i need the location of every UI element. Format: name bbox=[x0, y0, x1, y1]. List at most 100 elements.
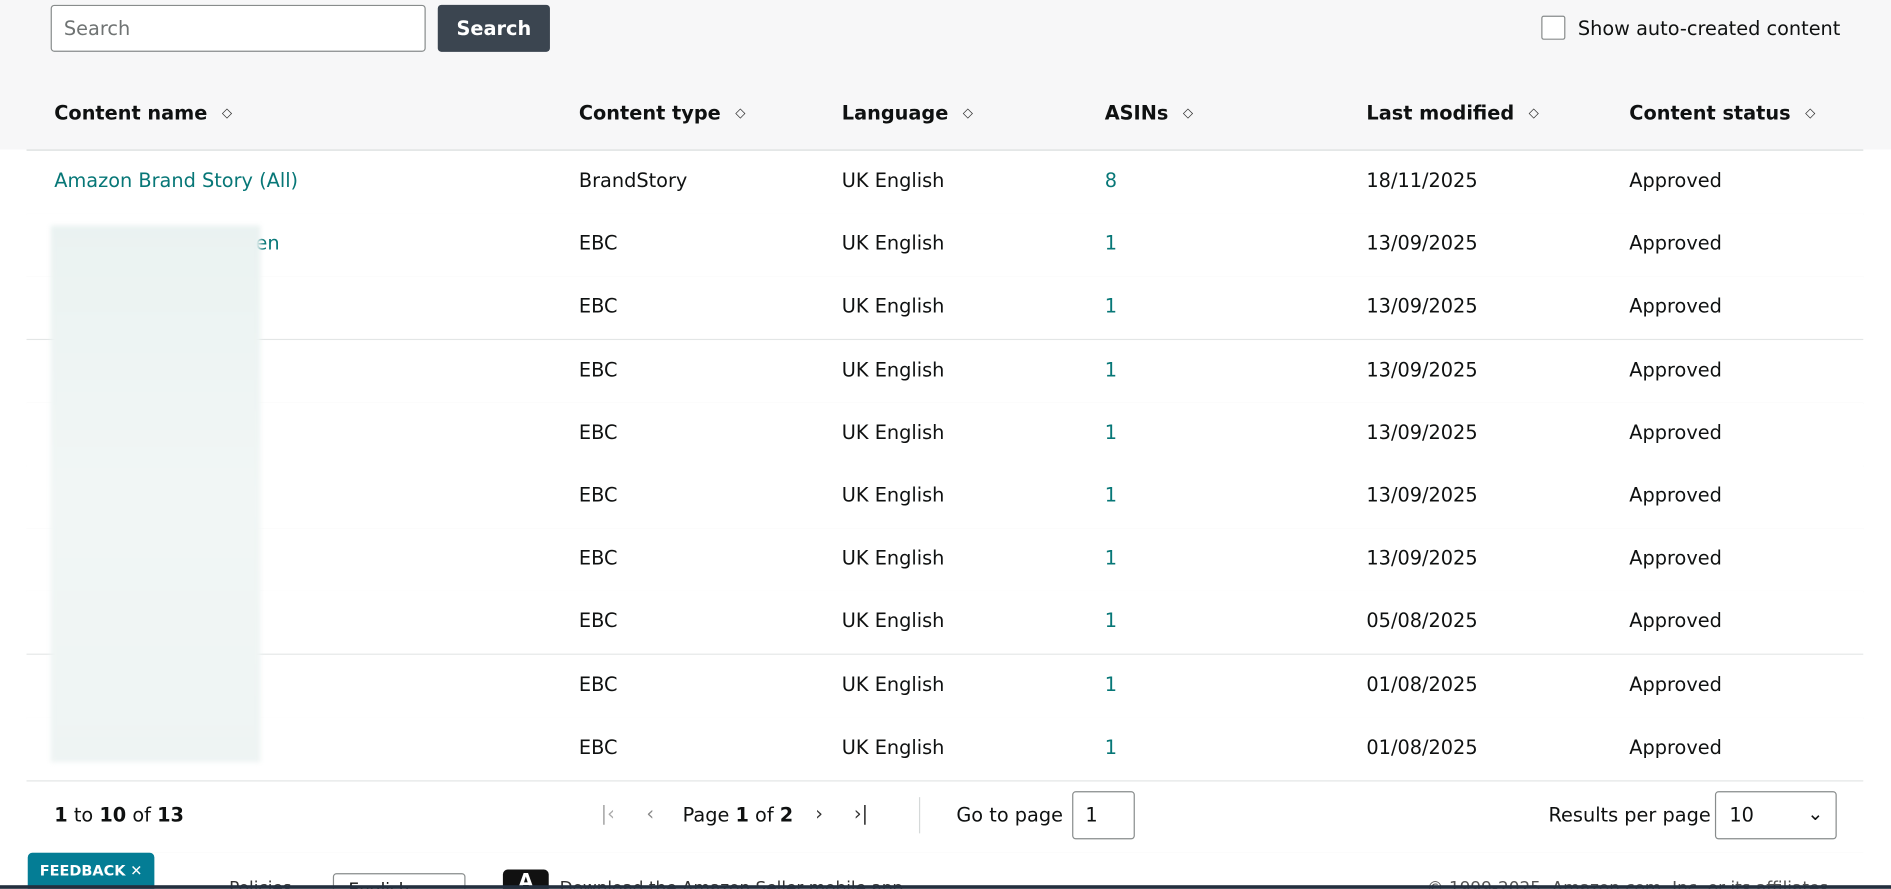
cell-language: UK English bbox=[841, 168, 945, 192]
cell-status: Approved bbox=[1629, 420, 1722, 444]
close-icon[interactable]: ✕ bbox=[130, 862, 142, 879]
previous-page-icon[interactable]: ‹ bbox=[646, 802, 654, 825]
first-page-icon[interactable]: |‹ bbox=[601, 802, 615, 825]
cell-type: EBC bbox=[578, 609, 618, 633]
chevron-down-icon: ⌄ bbox=[1807, 801, 1824, 825]
sort-icon[interactable]: ◇ bbox=[963, 106, 973, 119]
cell-language: UK English bbox=[841, 672, 945, 696]
cell-modified: 13/09/2025 bbox=[1366, 357, 1478, 381]
results-per-page-label: Results per page bbox=[1548, 803, 1711, 827]
cell-language: UK English bbox=[841, 420, 945, 444]
cell-name[interactable]: Amazon Brand Story (All) bbox=[54, 169, 298, 192]
show-auto-created-label: Show auto-created content bbox=[1577, 16, 1841, 40]
cell-type: EBC bbox=[578, 483, 618, 507]
column-header-asins[interactable]: ASINs ◇ bbox=[1105, 101, 1193, 124]
checkbox[interactable] bbox=[1541, 15, 1566, 40]
column-label: ASINs bbox=[1104, 101, 1169, 125]
cell-asins[interactable]: 1 bbox=[1105, 295, 1117, 318]
cell-type: BrandStory bbox=[578, 168, 688, 192]
column-label: Last modified bbox=[1366, 101, 1515, 125]
table-row: EBC UK English 1 13/09/2025 Approved bbox=[26, 339, 1864, 404]
pagination: 1 to 10 of 13 |‹ ‹ Page 1 of 2 › ›| Go t… bbox=[26, 779, 1864, 854]
table-header: Content name ◇ Content type ◇ Language ◇ ASINs… bbox=[26, 77, 1864, 151]
sort-icon[interactable]: ◇ bbox=[222, 106, 232, 119]
next-page-icon[interactable]: › bbox=[815, 802, 823, 825]
cell-type: EBC bbox=[578, 357, 618, 381]
column-header-name[interactable]: Content name ◇ bbox=[54, 101, 232, 124]
cell-asins[interactable]: 8 bbox=[1105, 169, 1117, 192]
results-per-page-value: 10 bbox=[1729, 803, 1754, 827]
cell-asins[interactable]: 1 bbox=[1105, 672, 1117, 695]
table-row: EBC UK English 1 13/09/2025 Approved bbox=[26, 528, 1864, 593]
results-per-page-select[interactable]: 10 ⌄ bbox=[1714, 791, 1837, 840]
feedback-button[interactable]: FEEDBACK ✕ bbox=[27, 852, 155, 889]
cell-type: EBC bbox=[578, 231, 618, 255]
cell-asins[interactable]: 1 bbox=[1105, 232, 1117, 255]
table-row: EBC UK English 1 01/08/2025 Approved bbox=[26, 717, 1864, 782]
cell-status: Approved bbox=[1629, 735, 1722, 759]
last-page-icon[interactable]: ›| bbox=[854, 802, 868, 825]
cell-asins[interactable]: 1 bbox=[1105, 610, 1117, 633]
cell-language: UK English bbox=[841, 231, 945, 255]
column-header-type[interactable]: Content type ◇ bbox=[579, 101, 746, 124]
cell-modified: 13/09/2025 bbox=[1366, 294, 1478, 318]
cell-type: EBC bbox=[578, 672, 618, 696]
table-row: Amazon Brand Story (All) BrandStory UK Eng… bbox=[26, 150, 1864, 215]
cell-modified: 01/08/2025 bbox=[1366, 735, 1478, 759]
sort-icon[interactable]: ◇ bbox=[1805, 106, 1815, 119]
cell-asins[interactable]: 1 bbox=[1105, 358, 1117, 381]
cell-asins[interactable]: 1 bbox=[1105, 735, 1117, 758]
cell-modified: 13/09/2025 bbox=[1366, 483, 1478, 507]
search-input[interactable] bbox=[50, 4, 426, 52]
table-row: EBC UK English 1 13/09/2025 Approved bbox=[26, 276, 1864, 341]
cell-modified: 13/09/2025 bbox=[1366, 231, 1478, 255]
column-label: Content type bbox=[578, 101, 721, 125]
cell-type: EBC bbox=[578, 420, 618, 444]
cell-asins[interactable]: 1 bbox=[1105, 484, 1117, 507]
cell-modified: 13/09/2025 bbox=[1366, 420, 1478, 444]
cell-language: UK English bbox=[841, 609, 945, 633]
column-header-language[interactable]: Language ◇ bbox=[842, 101, 973, 124]
divider bbox=[918, 797, 921, 834]
page-footer: FEEDBACK✕ Policies English A Download th… bbox=[0, 852, 1891, 889]
feedback-label: FEEDBACK bbox=[39, 862, 126, 880]
cell-asins[interactable]: 1 bbox=[1105, 421, 1117, 444]
page-indicator: Page 1 of 2 bbox=[682, 803, 794, 827]
cell-language: UK English bbox=[841, 735, 945, 759]
content-manager-page: Search Show auto-created content Content… bbox=[0, 0, 1891, 889]
go-to-page-input[interactable]: 1 bbox=[1072, 791, 1135, 840]
bottom-bar bbox=[0, 885, 1891, 889]
column-label: Content status bbox=[1629, 101, 1791, 125]
cell-status: Approved bbox=[1629, 357, 1722, 381]
column-label: Content name bbox=[54, 101, 208, 125]
cell-status: Approved bbox=[1629, 231, 1722, 255]
cell-asins[interactable]: 1 bbox=[1105, 547, 1117, 570]
table-row: EBC UK English 1 13/09/2025 Approved bbox=[26, 465, 1864, 530]
cell-modified: 13/09/2025 bbox=[1366, 546, 1478, 570]
cell-status: Approved bbox=[1629, 294, 1722, 318]
table-row: EBC UK English 1 13/09/2025 Approved bbox=[26, 402, 1864, 467]
sort-icon[interactable]: ◇ bbox=[1529, 106, 1539, 119]
sort-icon[interactable]: ◇ bbox=[1183, 106, 1193, 119]
cell-status: Approved bbox=[1629, 546, 1722, 570]
show-auto-created-toggle[interactable]: Show auto-created content bbox=[1541, 15, 1841, 40]
redacted-content-names bbox=[50, 225, 261, 763]
cell-language: UK English bbox=[841, 483, 945, 507]
cell-type: EBC bbox=[578, 735, 618, 759]
cell-status: Approved bbox=[1629, 672, 1722, 696]
column-header-modified[interactable]: Last modified ◇ bbox=[1366, 101, 1538, 124]
cell-language: UK English bbox=[841, 294, 945, 318]
table-row: een EBC UK English 1 13/09/2025 Approved bbox=[26, 213, 1864, 278]
cell-status: Approved bbox=[1629, 483, 1722, 507]
column-header-status[interactable]: Content status ◇ bbox=[1629, 101, 1815, 124]
cell-modified: 18/11/2025 bbox=[1366, 168, 1478, 192]
table-row: EBC UK English 1 01/08/2025 Approved bbox=[26, 654, 1864, 719]
cell-status: Approved bbox=[1629, 168, 1722, 192]
search-button[interactable]: Search bbox=[437, 4, 550, 52]
cell-status: Approved bbox=[1629, 609, 1722, 633]
cell-type: EBC bbox=[578, 294, 618, 318]
cell-modified: 01/08/2025 bbox=[1366, 672, 1478, 696]
sort-icon[interactable]: ◇ bbox=[735, 106, 745, 119]
cell-modified: 05/08/2025 bbox=[1366, 609, 1478, 633]
results-range: 1 to 10 of 13 bbox=[54, 803, 184, 827]
